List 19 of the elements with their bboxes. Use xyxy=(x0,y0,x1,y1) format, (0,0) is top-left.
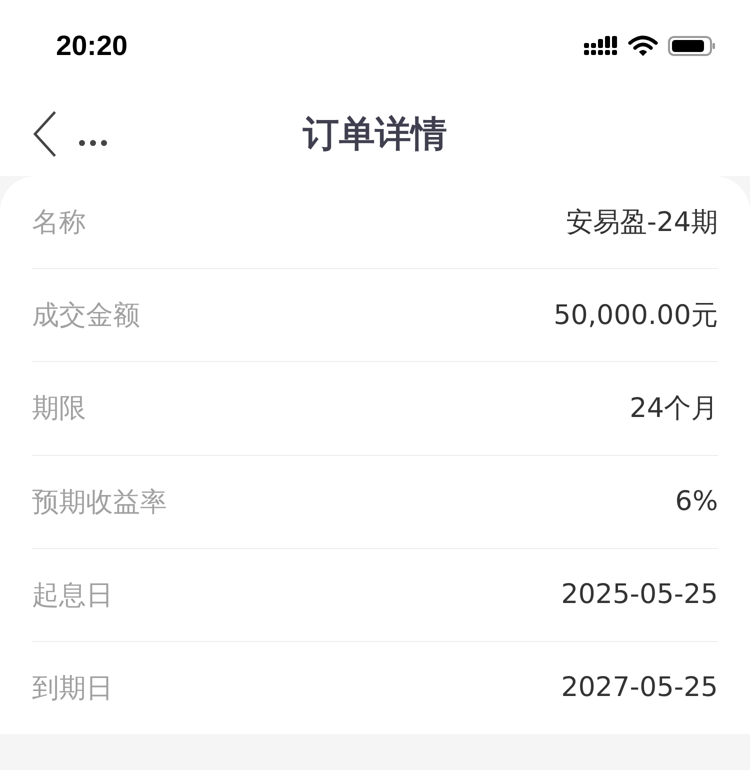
detail-label: 期限 xyxy=(32,392,86,426)
detail-value: 安易盈-24期 xyxy=(566,206,718,240)
detail-label: 起息日 xyxy=(32,578,113,613)
detail-label: 到期日 xyxy=(32,672,113,706)
detail-value: 6% xyxy=(675,486,718,518)
wifi-icon xyxy=(628,35,658,57)
detail-value: 2025-05-25 xyxy=(561,579,718,610)
battery-icon xyxy=(668,35,716,57)
detail-value: 2027-05-25 xyxy=(561,672,718,704)
more-icon[interactable] xyxy=(78,139,108,147)
detail-value: 24个月 xyxy=(630,392,718,426)
status-time: 20:20 xyxy=(56,30,128,62)
detail-label: 成交金额 xyxy=(32,299,140,334)
back-icon[interactable] xyxy=(32,110,58,158)
page-title: 订单详情 xyxy=(303,112,447,156)
detail-label: 名称 xyxy=(32,206,86,240)
signal-icon xyxy=(584,35,618,57)
detail-label: 预期收益率 xyxy=(32,486,167,520)
detail-value: 50,000.00元 xyxy=(554,299,718,334)
